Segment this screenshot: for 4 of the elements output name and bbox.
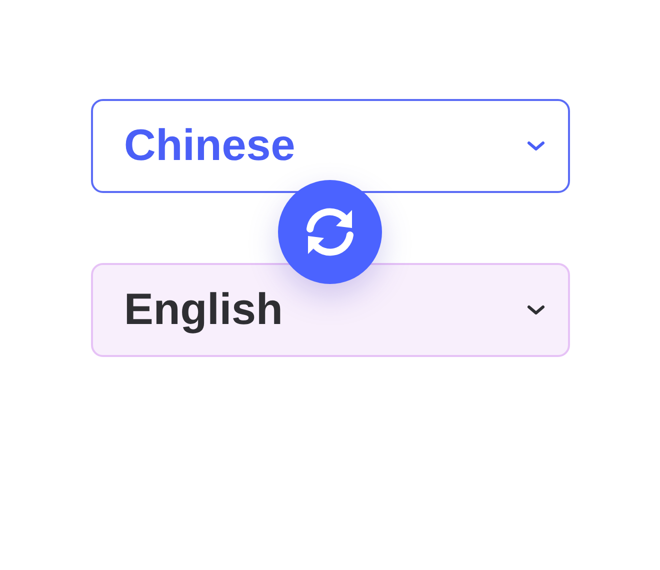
chevron-down-icon — [526, 140, 546, 152]
chevron-down-icon — [526, 304, 546, 316]
language-dropdown[interactable]: English — [91, 263, 570, 357]
language-dropdown[interactable]: Chinese — [91, 99, 570, 193]
